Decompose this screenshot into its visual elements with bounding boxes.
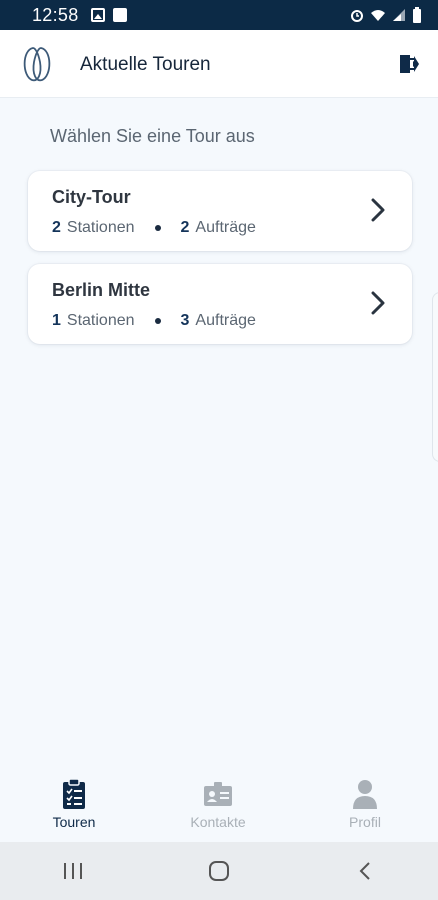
orders-label: Aufträge xyxy=(195,219,256,236)
battery-icon xyxy=(413,7,421,23)
nav-label: Touren xyxy=(52,814,96,830)
tour-meta: 1 Stationen 3 Aufträge xyxy=(52,312,256,330)
user-icon xyxy=(353,780,377,809)
wifi-icon xyxy=(371,10,385,21)
status-left-icons xyxy=(90,8,127,22)
tour-card-city-tour[interactable]: City-Tour 2 Stationen 2 Aufträge xyxy=(28,171,412,251)
stations-label: Stationen xyxy=(66,312,135,329)
home-icon xyxy=(209,861,229,881)
orders-count: 2 xyxy=(180,219,190,236)
recent-apps-icon xyxy=(64,863,82,879)
stations-count: 1 xyxy=(52,312,61,329)
tour-meta: 2 Stationen 2 Aufträge xyxy=(52,219,256,237)
back-button[interactable] xyxy=(350,856,380,886)
image-icon xyxy=(90,8,105,22)
nav-tab-touren[interactable]: Touren xyxy=(24,778,124,830)
status-bar: 12:58 xyxy=(0,0,438,30)
bottom-nav: Touren Kontakte Profil xyxy=(0,770,438,842)
orders-label: Aufträge xyxy=(195,312,256,329)
logout-icon[interactable] xyxy=(398,54,420,74)
stations-count: 2 xyxy=(52,219,61,236)
status-right-icons xyxy=(350,7,422,23)
clipboard-list-icon xyxy=(63,778,85,809)
status-time: 12:58 xyxy=(32,4,79,25)
back-icon xyxy=(359,862,370,880)
alarm-icon xyxy=(351,10,363,22)
tour-name: Berlin Mitte xyxy=(52,280,151,300)
separator-dot xyxy=(154,318,161,324)
contact-card-icon xyxy=(204,782,232,806)
tour-card-berlin-mitte[interactable]: Berlin Mitte 1 Stationen 3 Aufträge xyxy=(28,264,412,344)
separator-dot xyxy=(154,225,161,231)
app-logo-icon xyxy=(23,47,51,82)
stations-label: Stationen xyxy=(66,219,135,236)
nav-tab-kontakte[interactable]: Kontakte xyxy=(168,778,268,830)
nav-label: Kontakte xyxy=(190,814,246,830)
select-tour-prompt: Wählen Sie eine Tour aus xyxy=(50,126,255,146)
orders-count: 3 xyxy=(180,312,190,329)
nav-tab-profil[interactable]: Profil xyxy=(315,778,415,830)
nav-label: Profil xyxy=(349,814,381,830)
system-nav-bar xyxy=(0,842,438,900)
signal-icon xyxy=(393,9,405,21)
tour-name: City-Tour xyxy=(52,187,131,207)
check-box-icon xyxy=(112,8,127,22)
app-bar: Aktuelle Touren xyxy=(0,30,438,98)
side-drawer-handle[interactable] xyxy=(432,292,438,462)
page-title: Aktuelle Touren xyxy=(80,54,211,75)
recent-apps-button[interactable] xyxy=(58,856,88,886)
chevron-right-icon xyxy=(371,291,385,315)
home-button[interactable] xyxy=(204,856,234,886)
chevron-right-icon xyxy=(371,198,385,222)
